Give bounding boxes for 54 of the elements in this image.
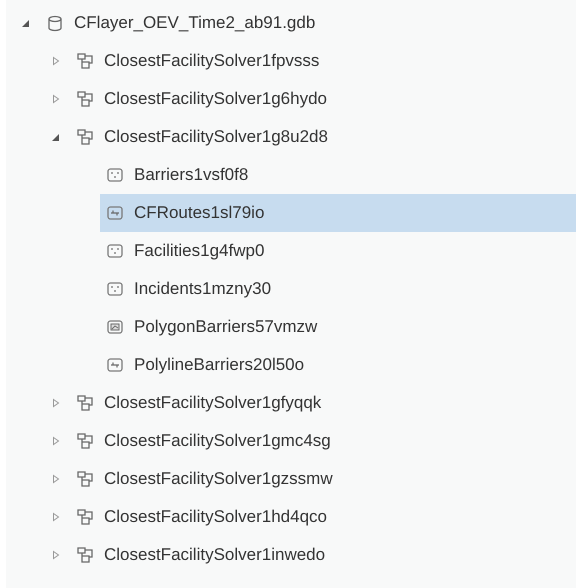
item-label: ClosestFacilitySolver1g6hydo <box>104 88 327 110</box>
item-label: CFRoutes1sl79io <box>134 202 264 224</box>
polygon-layer-icon <box>106 318 124 336</box>
tree-item[interactable]: Barriers1vsf0f8 <box>100 156 576 194</box>
expand-icon[interactable] <box>51 436 61 446</box>
item-label: ClosestFacilitySolver1gmc4sg <box>104 430 331 452</box>
expand-icon[interactable] <box>51 550 61 560</box>
item-label: ClosestFacilitySolver1gzssmw <box>104 468 333 490</box>
dataset-icon <box>76 508 94 526</box>
tree-item[interactable]: ClosestFacilitySolver1hd4qco <box>70 498 576 536</box>
item-label: CFlayer_OEV_Time2_ab91.gdb <box>74 12 316 34</box>
tree-item[interactable]: ClosestFacilitySolver1gfyqqk <box>70 384 576 422</box>
expand-icon[interactable] <box>51 512 61 522</box>
point-layer-icon <box>106 242 124 260</box>
dataset-icon <box>76 546 94 564</box>
database-icon <box>46 14 64 32</box>
dataset-icon <box>76 470 94 488</box>
item-label: ClosestFacilitySolver1hd4qco <box>104 506 327 528</box>
collapse-icon[interactable] <box>21 18 31 28</box>
collapse-icon[interactable] <box>51 132 61 142</box>
dataset-icon <box>76 394 94 412</box>
tree-item[interactable]: ClosestFacilitySolver1gzssmw <box>70 460 576 498</box>
tree-item[interactable]: ClosestFacilitySolver1g8u2d8 <box>70 118 576 156</box>
tree-item[interactable]: Incidents1mzny30 <box>100 270 576 308</box>
point-layer-icon <box>106 166 124 184</box>
line-layer-icon <box>106 204 124 222</box>
line-layer-icon <box>106 356 124 374</box>
expand-icon[interactable] <box>51 474 61 484</box>
tree-item[interactable]: PolygonBarriers57vmzw <box>100 308 576 346</box>
dataset-icon <box>76 90 94 108</box>
item-label: Facilities1g4fwp0 <box>134 240 264 262</box>
item-label: ClosestFacilitySolver1g8u2d8 <box>104 126 328 148</box>
item-label: ClosestFacilitySolver1gfyqqk <box>104 392 322 414</box>
dataset-icon <box>76 128 94 146</box>
tree-item[interactable]: ClosestFacilitySolver1fpvsss <box>70 42 576 80</box>
tree-item[interactable]: ClosestFacilitySolver1g6hydo <box>70 80 576 118</box>
tree-item[interactable]: ClosestFacilitySolver1inwedo <box>70 536 576 574</box>
expand-icon[interactable] <box>51 94 61 104</box>
dataset-icon <box>76 52 94 70</box>
tree-item[interactable]: PolylineBarriers20l50o <box>100 346 576 384</box>
tree-item[interactable]: ClosestFacilitySolver1gmc4sg <box>70 422 576 460</box>
dataset-icon <box>76 432 94 450</box>
item-label: Barriers1vsf0f8 <box>134 164 248 186</box>
item-label: PolylineBarriers20l50o <box>134 354 304 376</box>
tree-item[interactable]: CFlayer_OEV_Time2_ab91.gdb <box>40 4 576 42</box>
tree-item[interactable]: Facilities1g4fwp0 <box>100 232 576 270</box>
expand-icon[interactable] <box>51 56 61 66</box>
tree-item[interactable]: CFRoutes1sl79io <box>100 194 576 232</box>
item-label: PolygonBarriers57vmzw <box>134 316 318 338</box>
item-label: Incidents1mzny30 <box>134 278 272 300</box>
expand-icon[interactable] <box>51 398 61 408</box>
point-layer-icon <box>106 280 124 298</box>
item-label: ClosestFacilitySolver1fpvsss <box>104 50 320 72</box>
item-label: ClosestFacilitySolver1inwedo <box>104 544 326 566</box>
